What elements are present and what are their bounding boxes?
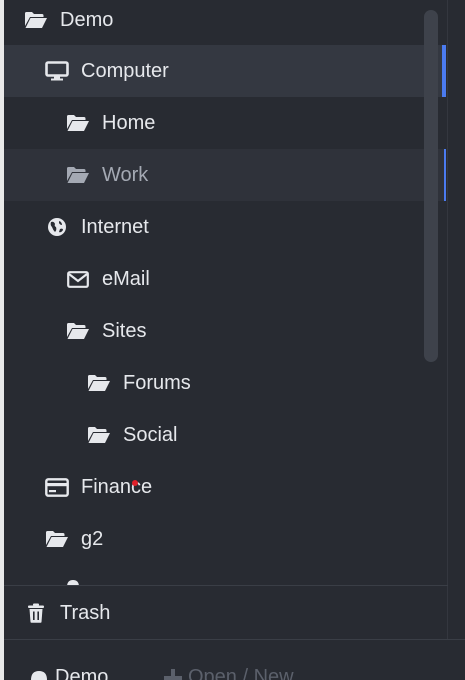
tree-item-label: g2 [81, 527, 104, 550]
vault-switch-label: Demo [55, 666, 109, 680]
tree-item-label: Demo [60, 8, 114, 31]
folder-tree: Demo Computer Home Work Internet eMail S… [4, 0, 446, 586]
trash-label: Trash [60, 601, 111, 624]
tree-item-label: Internet [81, 215, 149, 238]
trash-item[interactable]: Trash [4, 588, 448, 638]
monitor-icon [45, 61, 69, 81]
hover-marker [444, 149, 446, 201]
tree-item-label: eMail [102, 267, 150, 290]
tree-item-g2[interactable]: g2 [4, 513, 446, 565]
cursor-dot [132, 480, 138, 486]
panel-divider [447, 0, 448, 640]
tree-item-label: Finance [81, 475, 153, 498]
tree-item-partial [4, 565, 446, 586]
tree-item-label: Sites [102, 319, 147, 342]
globe-icon [45, 217, 69, 237]
folder-open-icon [66, 321, 90, 341]
tree-item-social[interactable]: Social [4, 409, 446, 461]
tree-item-forums[interactable]: Forums [4, 357, 446, 409]
vault-bottom-bar: Demo Open / New [4, 640, 465, 680]
open-new-button[interactable]: Open / New [164, 666, 294, 680]
selection-marker [442, 45, 446, 97]
vault-switch-button[interactable]: Demo [28, 666, 108, 680]
tree-item-email[interactable]: eMail [4, 253, 446, 305]
vault-switcher-panel: Demo Computer Home Work Internet eMail S… [4, 0, 465, 680]
tree-item-finance[interactable]: Finance [4, 461, 446, 513]
footer-divider [4, 585, 448, 586]
tree-item-label: Work [102, 163, 149, 186]
tree-item-label: Forums [123, 371, 191, 394]
folder-open-icon [24, 10, 48, 30]
tree-item-label: Home [102, 111, 156, 134]
folder-open-icon [87, 373, 111, 393]
folder-open-icon [66, 165, 90, 185]
vault-icon [31, 670, 47, 680]
credit-card-icon [45, 477, 69, 497]
tree-item-sites[interactable]: Sites [4, 305, 446, 357]
tree-item-home[interactable]: Home [4, 97, 446, 149]
tree-item-internet[interactable]: Internet [4, 201, 446, 253]
plus-icon [164, 668, 182, 680]
folder-open-icon [45, 529, 69, 549]
tree-item-work[interactable]: Work [4, 149, 446, 201]
folder-open-icon [66, 113, 90, 133]
envelope-icon [66, 269, 90, 289]
folder-open-icon [87, 425, 111, 445]
tree-item-label: Computer [81, 59, 169, 82]
tree-item-demo[interactable]: Demo [4, 0, 446, 46]
trash-icon [24, 603, 48, 623]
tree-scrollbar[interactable] [424, 10, 438, 362]
tree-item-label: Social [123, 423, 178, 446]
open-new-label: Open / New [188, 666, 294, 680]
tree-item-computer[interactable]: Computer [4, 45, 446, 97]
